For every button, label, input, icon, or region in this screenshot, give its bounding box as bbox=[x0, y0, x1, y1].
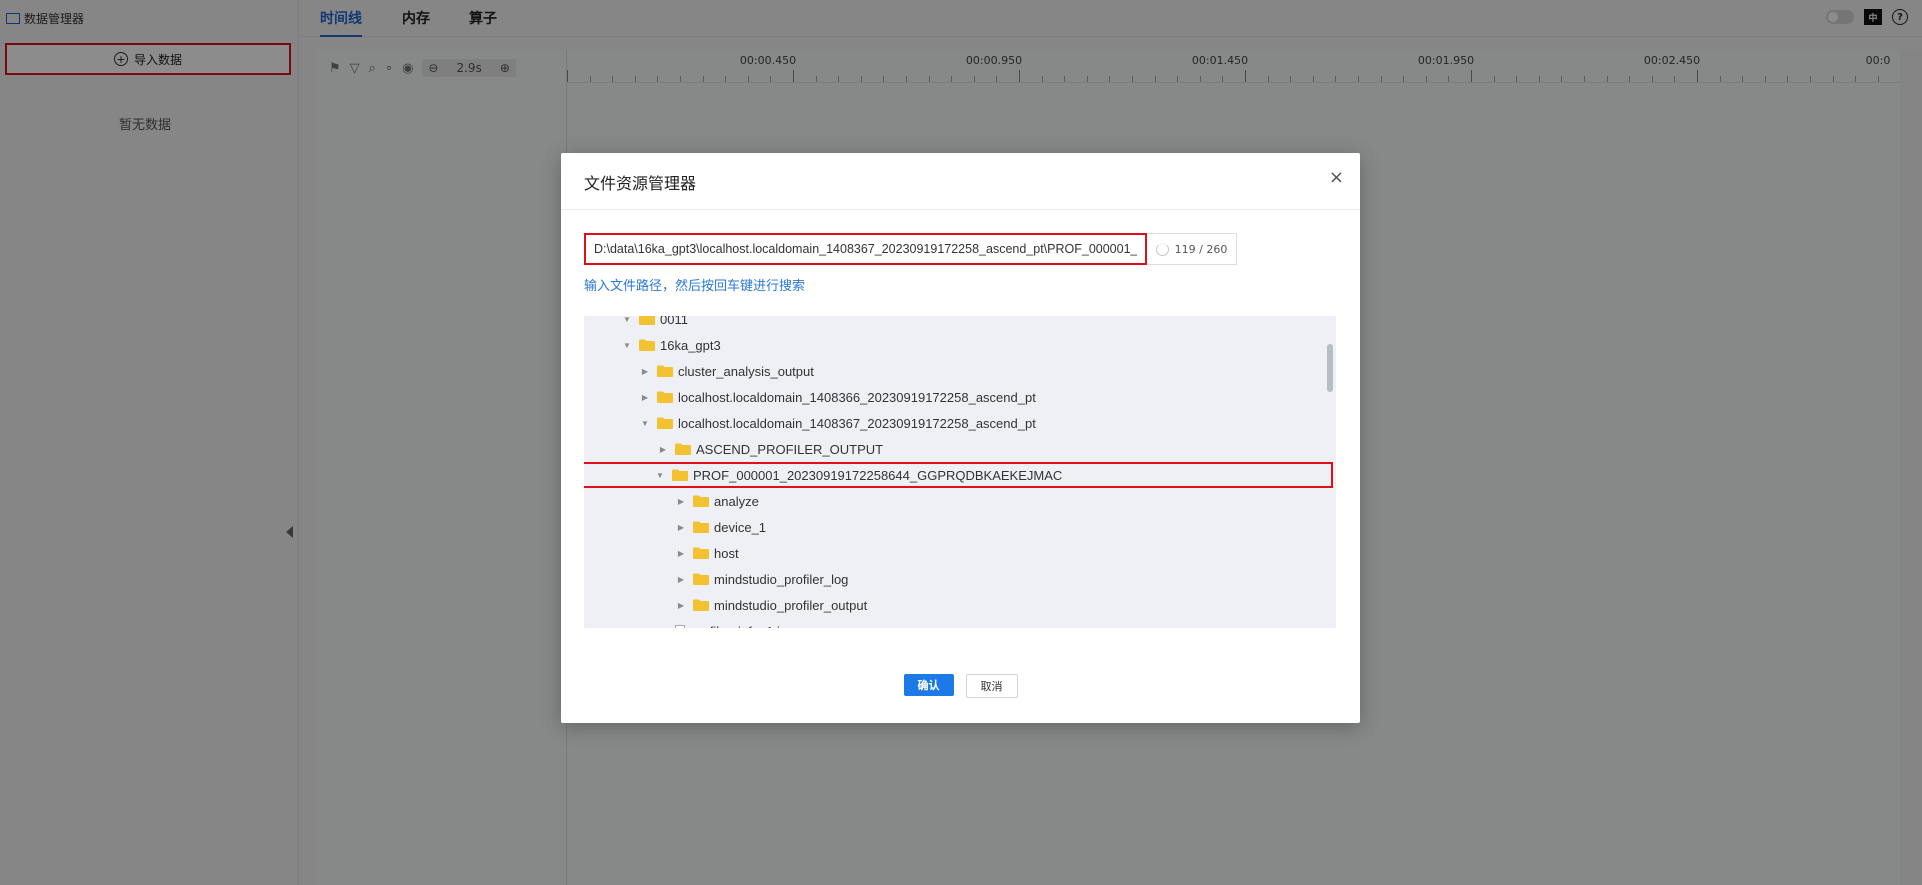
tree-item-label: device_1 bbox=[714, 519, 767, 535]
caret-down-icon[interactable]: ▼ bbox=[640, 419, 650, 428]
tree-item-label: localhost.localdomain_1408366_2023091917… bbox=[678, 389, 1036, 405]
tree-item-label: analyze bbox=[714, 493, 759, 509]
folder-icon bbox=[693, 599, 709, 611]
tree-item-label: cluster_analysis_output bbox=[678, 363, 814, 379]
tree-row[interactable]: ▶ analyze bbox=[584, 488, 1336, 514]
tree-item-label: ASCEND_PROFILER_OUTPUT bbox=[696, 441, 884, 457]
folder-icon bbox=[657, 391, 673, 403]
caret-down-icon[interactable]: ▼ bbox=[655, 471, 665, 480]
tree-row[interactable]: ▶ mindstudio_profiler_output bbox=[584, 592, 1336, 618]
caret-right-icon[interactable]: ▶ bbox=[676, 549, 686, 558]
tree-item-label: 0011 bbox=[660, 316, 688, 327]
folder-icon bbox=[693, 573, 709, 585]
path-input-row: 119 / 260 bbox=[584, 233, 1337, 265]
dialog-divider bbox=[561, 209, 1360, 210]
tree-item-label: profiler_info_1.json bbox=[691, 624, 801, 629]
tree-row[interactable]: ▶ cluster_analysis_output bbox=[584, 358, 1336, 384]
confirm-button[interactable]: 确认 bbox=[903, 674, 954, 696]
tree-row[interactable]: ▼ 0011 bbox=[584, 316, 1336, 332]
caret-right-icon[interactable]: ▶ bbox=[676, 497, 686, 506]
tree-item-label: mindstudio_profiler_output bbox=[714, 597, 868, 613]
tree-row[interactable]: ▶ mindstudio_profiler_log bbox=[584, 566, 1336, 592]
counter-text: 119 / 260 bbox=[1174, 242, 1228, 256]
loading-spinner-icon bbox=[1155, 242, 1169, 256]
path-hint-text: 输入文件路径，然后按回车键进行搜索 bbox=[584, 279, 806, 294]
close-icon[interactable]: × bbox=[1329, 167, 1344, 188]
tree-row[interactable]: ▶ device_1 bbox=[584, 514, 1336, 540]
dialog-title: 文件资源管理器 bbox=[584, 174, 697, 193]
tree-item-label: 16ka_gpt3 bbox=[660, 337, 721, 353]
tree-item-label: host bbox=[714, 545, 739, 561]
folder-icon bbox=[672, 469, 688, 481]
tree-row[interactable]: profiler_info_1.json bbox=[584, 618, 1336, 628]
file-icon bbox=[675, 624, 685, 628]
folder-icon bbox=[657, 365, 673, 377]
tree-row[interactable]: ▼ 16ka_gpt3 bbox=[584, 332, 1336, 358]
file-tree: ▼ 0011 ▼ 16ka_gpt3 ▶ cluster_analysis_output ▶… bbox=[584, 316, 1336, 628]
folder-icon bbox=[639, 316, 655, 325]
caret-right-icon[interactable]: ▶ bbox=[658, 445, 668, 454]
path-char-counter: 119 / 260 bbox=[1147, 233, 1237, 265]
folder-icon bbox=[693, 495, 709, 507]
path-input[interactable] bbox=[584, 233, 1147, 265]
tree-item-label: localhost.localdomain_1408367_2023091917… bbox=[678, 415, 1036, 431]
tree-scrollbar-thumb[interactable] bbox=[1327, 344, 1333, 392]
tree-row[interactable]: ▶ ASCEND_PROFILER_OUTPUT bbox=[584, 436, 1336, 462]
tree-row[interactable]: ▶ host bbox=[584, 540, 1336, 566]
folder-icon bbox=[693, 521, 709, 533]
tree-item-label: PROF_000001_20230919172258644_GGPRQDBKAE… bbox=[693, 467, 1063, 483]
caret-right-icon[interactable]: ▶ bbox=[676, 601, 686, 610]
caret-right-icon[interactable]: ▶ bbox=[640, 367, 650, 376]
caret-right-icon[interactable]: ▶ bbox=[640, 393, 650, 402]
caret-down-icon[interactable]: ▼ bbox=[622, 316, 632, 324]
caret-right-icon[interactable]: ▶ bbox=[676, 575, 686, 584]
caret-down-icon[interactable]: ▼ bbox=[622, 341, 632, 350]
tree-row[interactable]: ▼ localhost.localdomain_1408367_202309191… bbox=[584, 410, 1336, 436]
file-explorer-dialog: 文件资源管理器 × 119 / 260 输入文件路径，然后按回车键进行搜索 ▼ 0… bbox=[561, 153, 1360, 723]
tree-row-selected[interactable]: ▼ PROF_000001_20230919172258644_GGPRQDBKA… bbox=[584, 462, 1333, 488]
folder-icon bbox=[693, 547, 709, 559]
folder-icon bbox=[639, 339, 655, 351]
folder-icon bbox=[657, 417, 673, 429]
folder-icon bbox=[675, 443, 691, 455]
tree-item-label: mindstudio_profiler_log bbox=[714, 571, 849, 587]
cancel-button[interactable]: 取消 bbox=[965, 674, 1018, 698]
tree-row[interactable]: ▶ localhost.localdomain_1408366_202309191… bbox=[584, 384, 1336, 410]
caret-right-icon[interactable]: ▶ bbox=[676, 523, 686, 532]
dialog-footer: 确认 取消 bbox=[561, 674, 1360, 698]
